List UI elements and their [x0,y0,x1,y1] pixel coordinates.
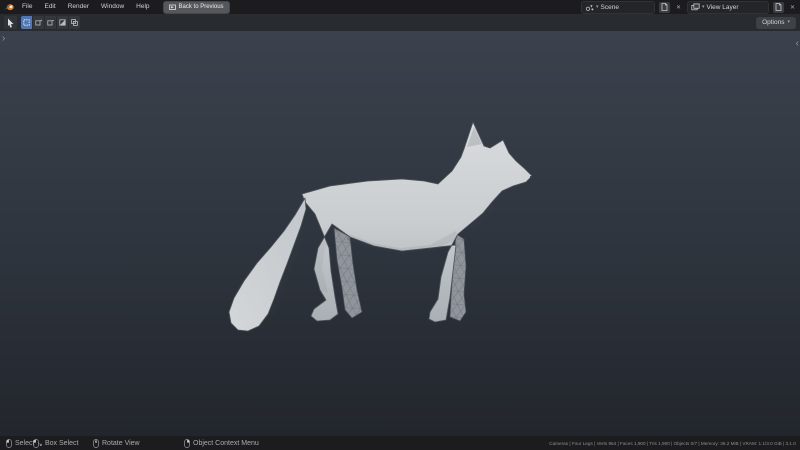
scene-selector[interactable]: ▾ Scene [581,0,655,14]
mouse-middle-icon [93,438,99,448]
select-mode-subtract-button[interactable] [45,16,56,29]
new-page-icon [661,3,668,11]
view-layer-icon [691,2,700,10]
back-to-previous-label: Back to Previous [178,4,224,10]
hint-rotate-view-label: Rotate View [102,439,140,447]
back-window-icon [168,4,176,10]
select-intersect-icon [71,19,78,26]
close-icon: ✕ [675,4,682,11]
select-new-icon [23,19,30,26]
hint-object-context-menu-label: Object Context Menu [193,439,259,447]
chevron-down-icon: ▾ [596,3,599,10]
chevron-down-icon: ▾ [787,19,790,25]
select-extend-icon [35,19,42,26]
hint-object-context-menu: Object Context Menu [184,436,259,450]
scene-statistics: Cameras | Four Legs | Verts 964 | Faces … [549,440,796,446]
unlink-scene-button[interactable]: ✕ [674,2,683,13]
view-layer-name: View Layer [706,3,739,11]
mouse-left-icon [6,438,12,448]
menu-render[interactable]: Render [62,0,95,14]
menu-help[interactable]: Help [130,0,155,14]
close-icon: ✕ [789,4,796,11]
new-page-icon [775,3,782,11]
menu-window[interactable]: Window [95,0,130,14]
back-to-previous-button[interactable]: Back to Previous [162,0,230,14]
mouse-right-icon [184,438,190,448]
hint-rotate-view: Rotate View [93,436,140,450]
select-mode-group [21,16,80,29]
select-mode-extend-button[interactable] [33,16,44,29]
select-subtract-icon [47,20,54,26]
hint-box-select-label: Box Select [45,439,79,447]
select-mode-invert-button[interactable] [57,16,68,29]
chevron-down-icon: ▾ [702,3,705,10]
new-view-layer-button[interactable] [773,1,784,13]
select-invert-icon [59,19,66,26]
remove-view-layer-button[interactable]: ✕ [788,2,797,13]
hint-select: Select [6,436,34,450]
cursor-icon [8,18,14,28]
new-scene-button[interactable] [659,1,670,13]
blender-logo-glyph [4,4,14,11]
mouse-drag-icon [33,438,42,448]
menu-edit[interactable]: Edit [38,0,61,14]
options-label: Options [762,19,785,26]
statusbar: Select Box Select Rotate View Object Con… [0,436,800,450]
blender-window: File Edit Render Window Help Back to Pre… [0,0,800,450]
select-mode-new-button[interactable] [21,16,32,29]
fox-model[interactable] [0,31,800,436]
view-layer-selector[interactable]: ▾ View Layer [687,0,769,14]
topbar: File Edit Render Window Help Back to Pre… [0,0,800,14]
viewport-header: Options ▾ [0,14,800,31]
fox-nose [529,175,533,179]
fox-tail [228,197,307,332]
scene-name: Scene [600,3,619,11]
scene-icon [585,4,594,11]
blender-logo-icon[interactable] [3,0,16,14]
select-mode-intersect-button[interactable] [69,16,80,29]
fox-body [301,121,533,323]
viewport-3d[interactable]: › ‹ [0,31,800,436]
topbar-right: ▾ Scene ✕ ▾ View Layer ✕ [581,0,800,14]
menu-file[interactable]: File [16,0,38,14]
tweak-tool-button[interactable] [4,16,17,29]
options-button[interactable]: Options ▾ [756,16,796,29]
hint-select-label: Select [15,439,35,447]
hint-box-select: Box Select [33,436,78,450]
